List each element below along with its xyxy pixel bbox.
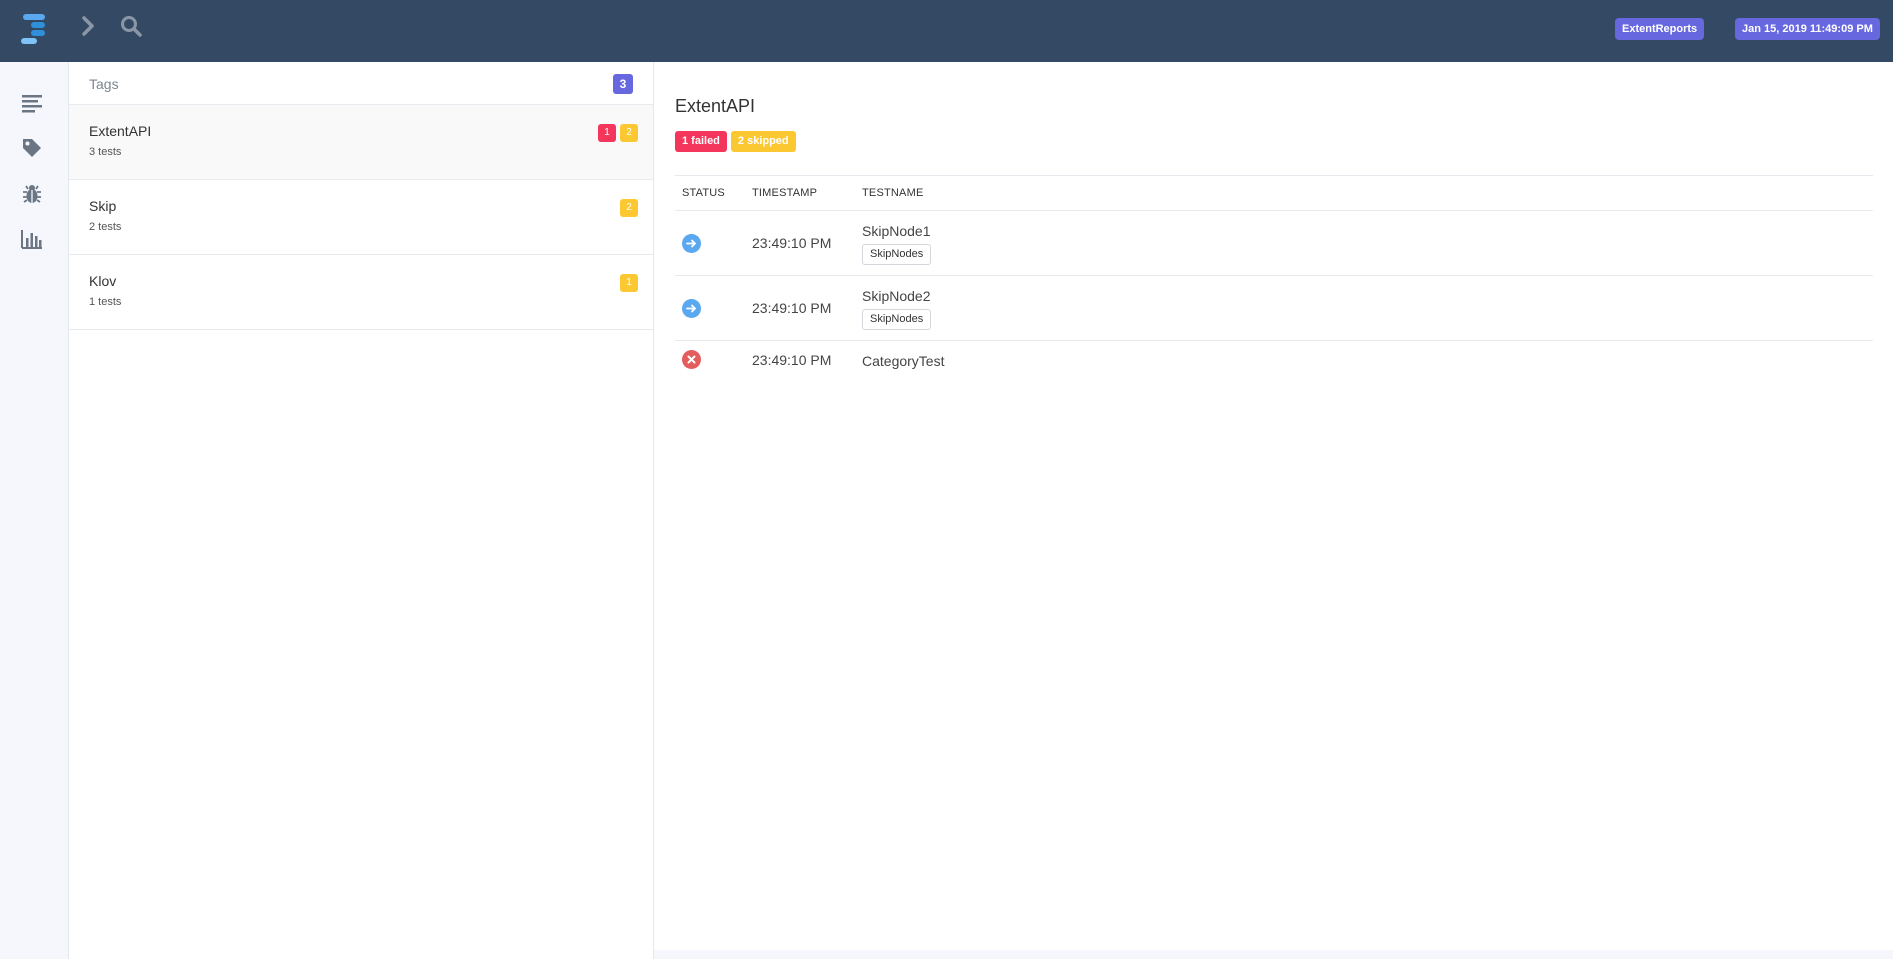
tag-test-count: 3 tests — [89, 146, 122, 158]
search-icon[interactable] — [119, 14, 143, 38]
tag-list-header: Tags 3 — [69, 62, 653, 105]
chevron-right-icon[interactable] — [76, 14, 100, 38]
column-header-testname: TESTNAME — [855, 175, 1873, 211]
skipped-count-badge: 2 — [620, 199, 638, 217]
tests-table: STATUS TIMESTAMP TESTNAME 23:49:10 PM Sk… — [675, 175, 1873, 379]
tag-item-skip[interactable]: Skip 2 tests 2 — [69, 180, 653, 255]
node-category-tag: SkipNodes — [862, 244, 932, 265]
skip-arrow-icon — [682, 298, 701, 318]
tag-name: Skip — [89, 198, 117, 214]
brand-badge: ExtentReports — [1615, 18, 1705, 40]
bar-chart-icon[interactable] — [20, 227, 44, 251]
list-icon[interactable] — [20, 91, 44, 115]
tag-count-badge: 3 — [613, 74, 633, 94]
skipped-status-badge: 2 skipped — [730, 131, 796, 152]
table-row[interactable]: 23:49:10 PM CategoryTest — [675, 341, 1873, 379]
tag-detail-pane: ExtentAPI 1 failed 2 skipped STATUS TIME… — [654, 62, 1893, 959]
test-timestamp: 23:49:10 PM — [745, 275, 855, 341]
test-timestamp: 23:49:10 PM — [745, 210, 855, 276]
status-summary: 1 failed 2 skipped — [675, 131, 796, 152]
tag-test-count: 2 tests — [89, 221, 122, 233]
skipped-count-badge: 2 — [620, 124, 638, 142]
tag-icon[interactable] — [20, 136, 44, 160]
extent-logo-icon[interactable] — [19, 12, 49, 48]
column-header-timestamp: TIMESTAMP — [745, 175, 855, 211]
tag-name: ExtentAPI — [89, 123, 152, 139]
bottom-strip — [654, 950, 1893, 959]
bug-icon[interactable] — [20, 182, 44, 206]
top-navbar: ExtentReports Jan 15, 2019 11:49:09 PM — [0, 0, 1893, 62]
test-name[interactable]: SkipNode2 — [862, 288, 1873, 304]
sidebar — [0, 62, 69, 959]
skip-arrow-icon — [682, 233, 701, 253]
test-name[interactable]: SkipNode1 — [862, 223, 1873, 239]
node-category-tag: SkipNodes — [862, 309, 932, 330]
tag-list-title: Tags — [89, 76, 119, 92]
table-row[interactable]: 23:49:10 PM SkipNode1 SkipNodes — [675, 210, 1873, 276]
test-timestamp: 23:49:10 PM — [752, 351, 832, 368]
skipped-count-badge: 1 — [620, 274, 638, 292]
column-header-status: STATUS — [675, 175, 745, 211]
tag-test-count: 1 tests — [89, 296, 122, 308]
table-row[interactable]: 23:49:10 PM SkipNode2 SkipNodes — [675, 275, 1873, 341]
tag-item-klov[interactable]: Klov 1 tests 1 — [69, 255, 653, 330]
report-date-badge: Jan 15, 2019 11:49:09 PM — [1735, 18, 1880, 40]
tag-name: Klov — [89, 273, 117, 289]
failed-status-badge: 1 failed — [675, 131, 727, 152]
failed-count-badge: 1 — [598, 124, 616, 142]
detail-title: ExtentAPI — [675, 96, 756, 116]
test-name[interactable]: CategoryTest — [862, 353, 1873, 369]
tag-list-pane: Tags 3 ExtentAPI 3 tests 1 2 Skip 2 test… — [69, 62, 654, 959]
fail-x-icon — [682, 350, 701, 370]
tag-item-extentapi[interactable]: ExtentAPI 3 tests 1 2 — [69, 105, 653, 180]
